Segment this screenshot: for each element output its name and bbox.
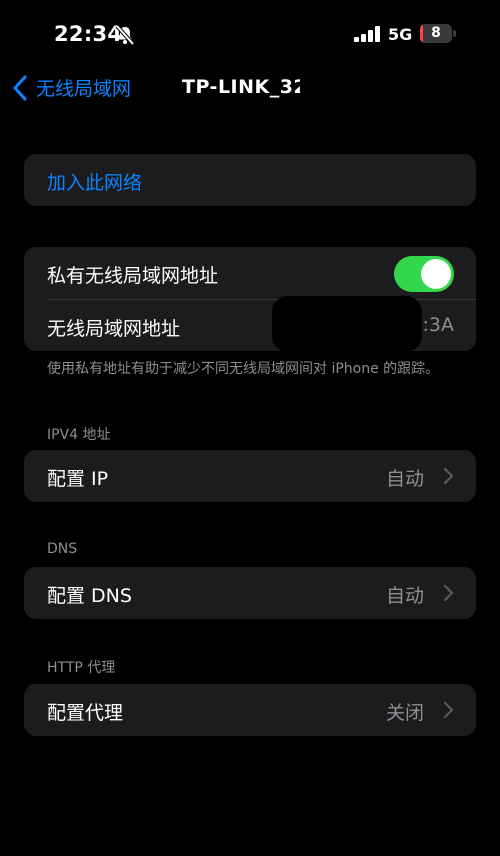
- chevron-right-icon: [443, 584, 454, 602]
- status-time: 22:34: [54, 22, 123, 46]
- private-address-row: 私有无线局域网地址: [24, 247, 476, 299]
- join-network-label: 加入此网络: [47, 172, 143, 194]
- configure-dns-label: 配置 DNS: [47, 585, 132, 607]
- private-address-footnote: 使用私有地址有助于减少不同无线局域网间对 iPhone 的跟踪。: [47, 361, 440, 377]
- configure-dns-row[interactable]: 配置 DNS 自动: [24, 567, 476, 619]
- cellular-signal-icon: [354, 26, 380, 42]
- redaction-mark: [272, 296, 422, 352]
- chevron-right-icon: [443, 701, 454, 719]
- chevron-right-icon: [443, 467, 454, 485]
- private-address-label: 私有无线局域网地址: [47, 265, 219, 287]
- page-title: TP-LINK_32: [182, 76, 300, 98]
- battery-level: 8: [431, 25, 441, 41]
- dns-group: 配置 DNS 自动: [24, 567, 476, 619]
- configure-proxy-value: 关闭: [385, 702, 424, 724]
- ipv4-group: 配置 IP 自动: [24, 450, 476, 502]
- configure-ip-row[interactable]: 配置 IP 自动: [24, 450, 476, 502]
- configure-ip-value: 自动: [385, 468, 424, 490]
- join-network-button[interactable]: 加入此网络: [24, 154, 476, 206]
- toggle-knob: [421, 259, 451, 289]
- dns-section-header: DNS: [47, 541, 78, 557]
- proxy-section-header: HTTP 代理: [47, 660, 116, 676]
- proxy-group: 配置代理 关闭: [24, 684, 476, 736]
- configure-dns-value: 自动: [385, 585, 424, 607]
- chevron-left-icon: [13, 75, 27, 100]
- back-button[interactable]: 无线局域网: [12, 74, 131, 101]
- network-type: 5G: [388, 25, 413, 44]
- battery-icon: 8: [420, 24, 456, 44]
- back-label: 无线局域网: [36, 78, 132, 100]
- private-address-toggle[interactable]: [394, 256, 454, 292]
- configure-ip-label: 配置 IP: [47, 468, 109, 490]
- configure-proxy-label: 配置代理: [47, 702, 124, 724]
- configure-proxy-row[interactable]: 配置代理 关闭: [24, 684, 476, 736]
- wifi-address-value: :3A: [422, 314, 455, 336]
- ipv4-section-header: IPV4 地址: [47, 427, 111, 443]
- join-network-group: 加入此网络: [24, 154, 476, 206]
- bell-slash-icon: [115, 24, 135, 46]
- wifi-address-label: 无线局域网地址: [47, 318, 181, 340]
